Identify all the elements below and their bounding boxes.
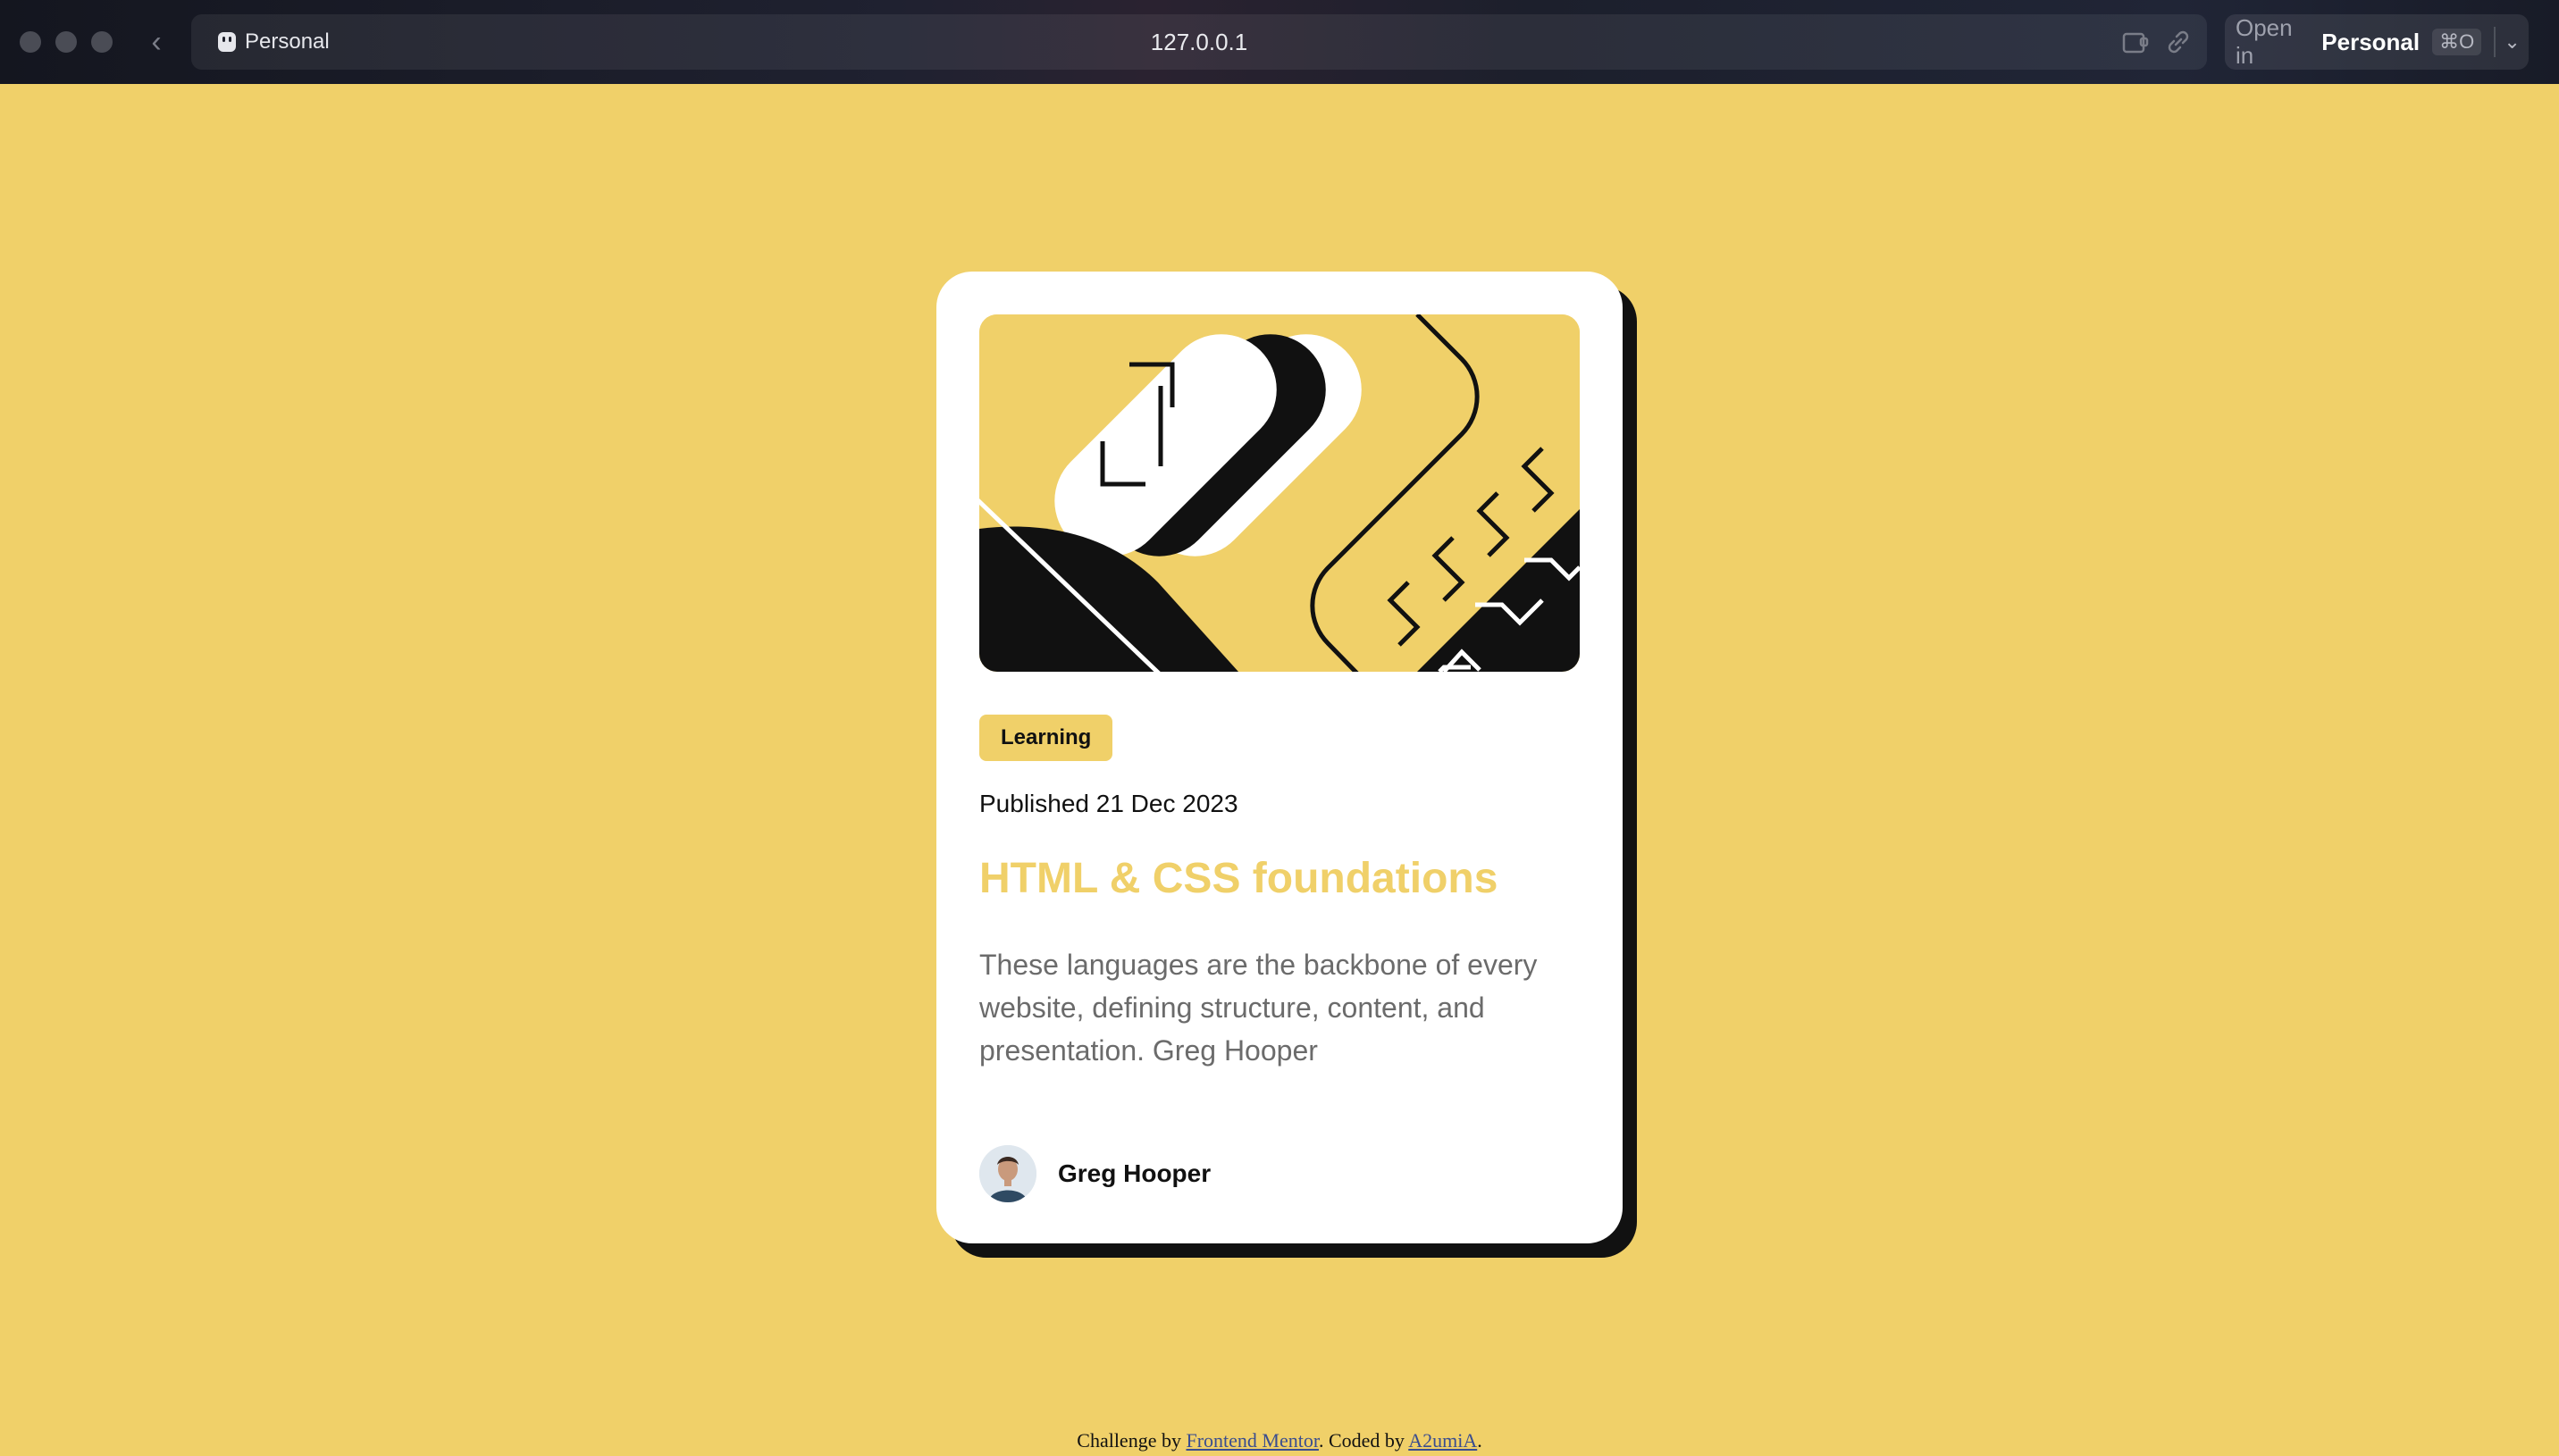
attribution: Challenge by Frontend Mentor. Coded by A… — [0, 1429, 2559, 1452]
zoom-window-button[interactable] — [91, 31, 113, 53]
illustration-image — [979, 314, 1580, 672]
avatar — [979, 1145, 1036, 1202]
attribution-suffix: . — [1477, 1429, 1482, 1452]
blog-preview-card: Learning Published 21 Dec 2023 HTML & CS… — [936, 272, 1623, 1243]
open-in-profile: Personal — [2321, 28, 2421, 55]
author: Greg Hooper — [979, 1145, 1211, 1202]
address-bar[interactable]: Personal 127.0.0.1 — [191, 14, 2207, 70]
link-icon[interactable] — [2162, 26, 2194, 58]
publish-date: Published 21 Dec 2023 — [979, 790, 1238, 817]
browser-toolbar: ‹ Personal 127.0.0.1 Open in Personal ⌘O… — [0, 0, 2559, 84]
coded-prefix: . Coded by — [1318, 1429, 1405, 1452]
author-name: Greg Hooper — [1058, 1159, 1212, 1187]
chevron-down-icon[interactable]: ⌄ — [2496, 30, 2529, 54]
minimize-window-button[interactable] — [55, 31, 77, 53]
open-in-profile-button[interactable]: Open in Personal ⌘O ⌄ — [2225, 14, 2529, 70]
author-link[interactable]: A2umiA — [1408, 1429, 1477, 1452]
challenge-prefix: Challenge by — [1077, 1429, 1181, 1452]
back-button[interactable]: ‹ — [143, 25, 170, 59]
chevron-left-icon: ‹ — [151, 25, 162, 59]
close-window-button[interactable] — [20, 31, 41, 53]
frontend-mentor-link[interactable]: Frontend Mentor — [1186, 1429, 1319, 1452]
url-text[interactable]: 127.0.0.1 — [191, 14, 2207, 70]
category-tag[interactable]: Learning — [979, 715, 1113, 761]
open-in-label: Open in — [2236, 14, 2293, 69]
keyboard-shortcut: ⌘O — [2432, 29, 2482, 55]
extension-icon[interactable] — [2119, 26, 2152, 58]
card-description: These languages are the backbone of ever… — [979, 949, 1538, 1067]
card-title[interactable]: HTML & CSS foundations — [979, 854, 1498, 903]
